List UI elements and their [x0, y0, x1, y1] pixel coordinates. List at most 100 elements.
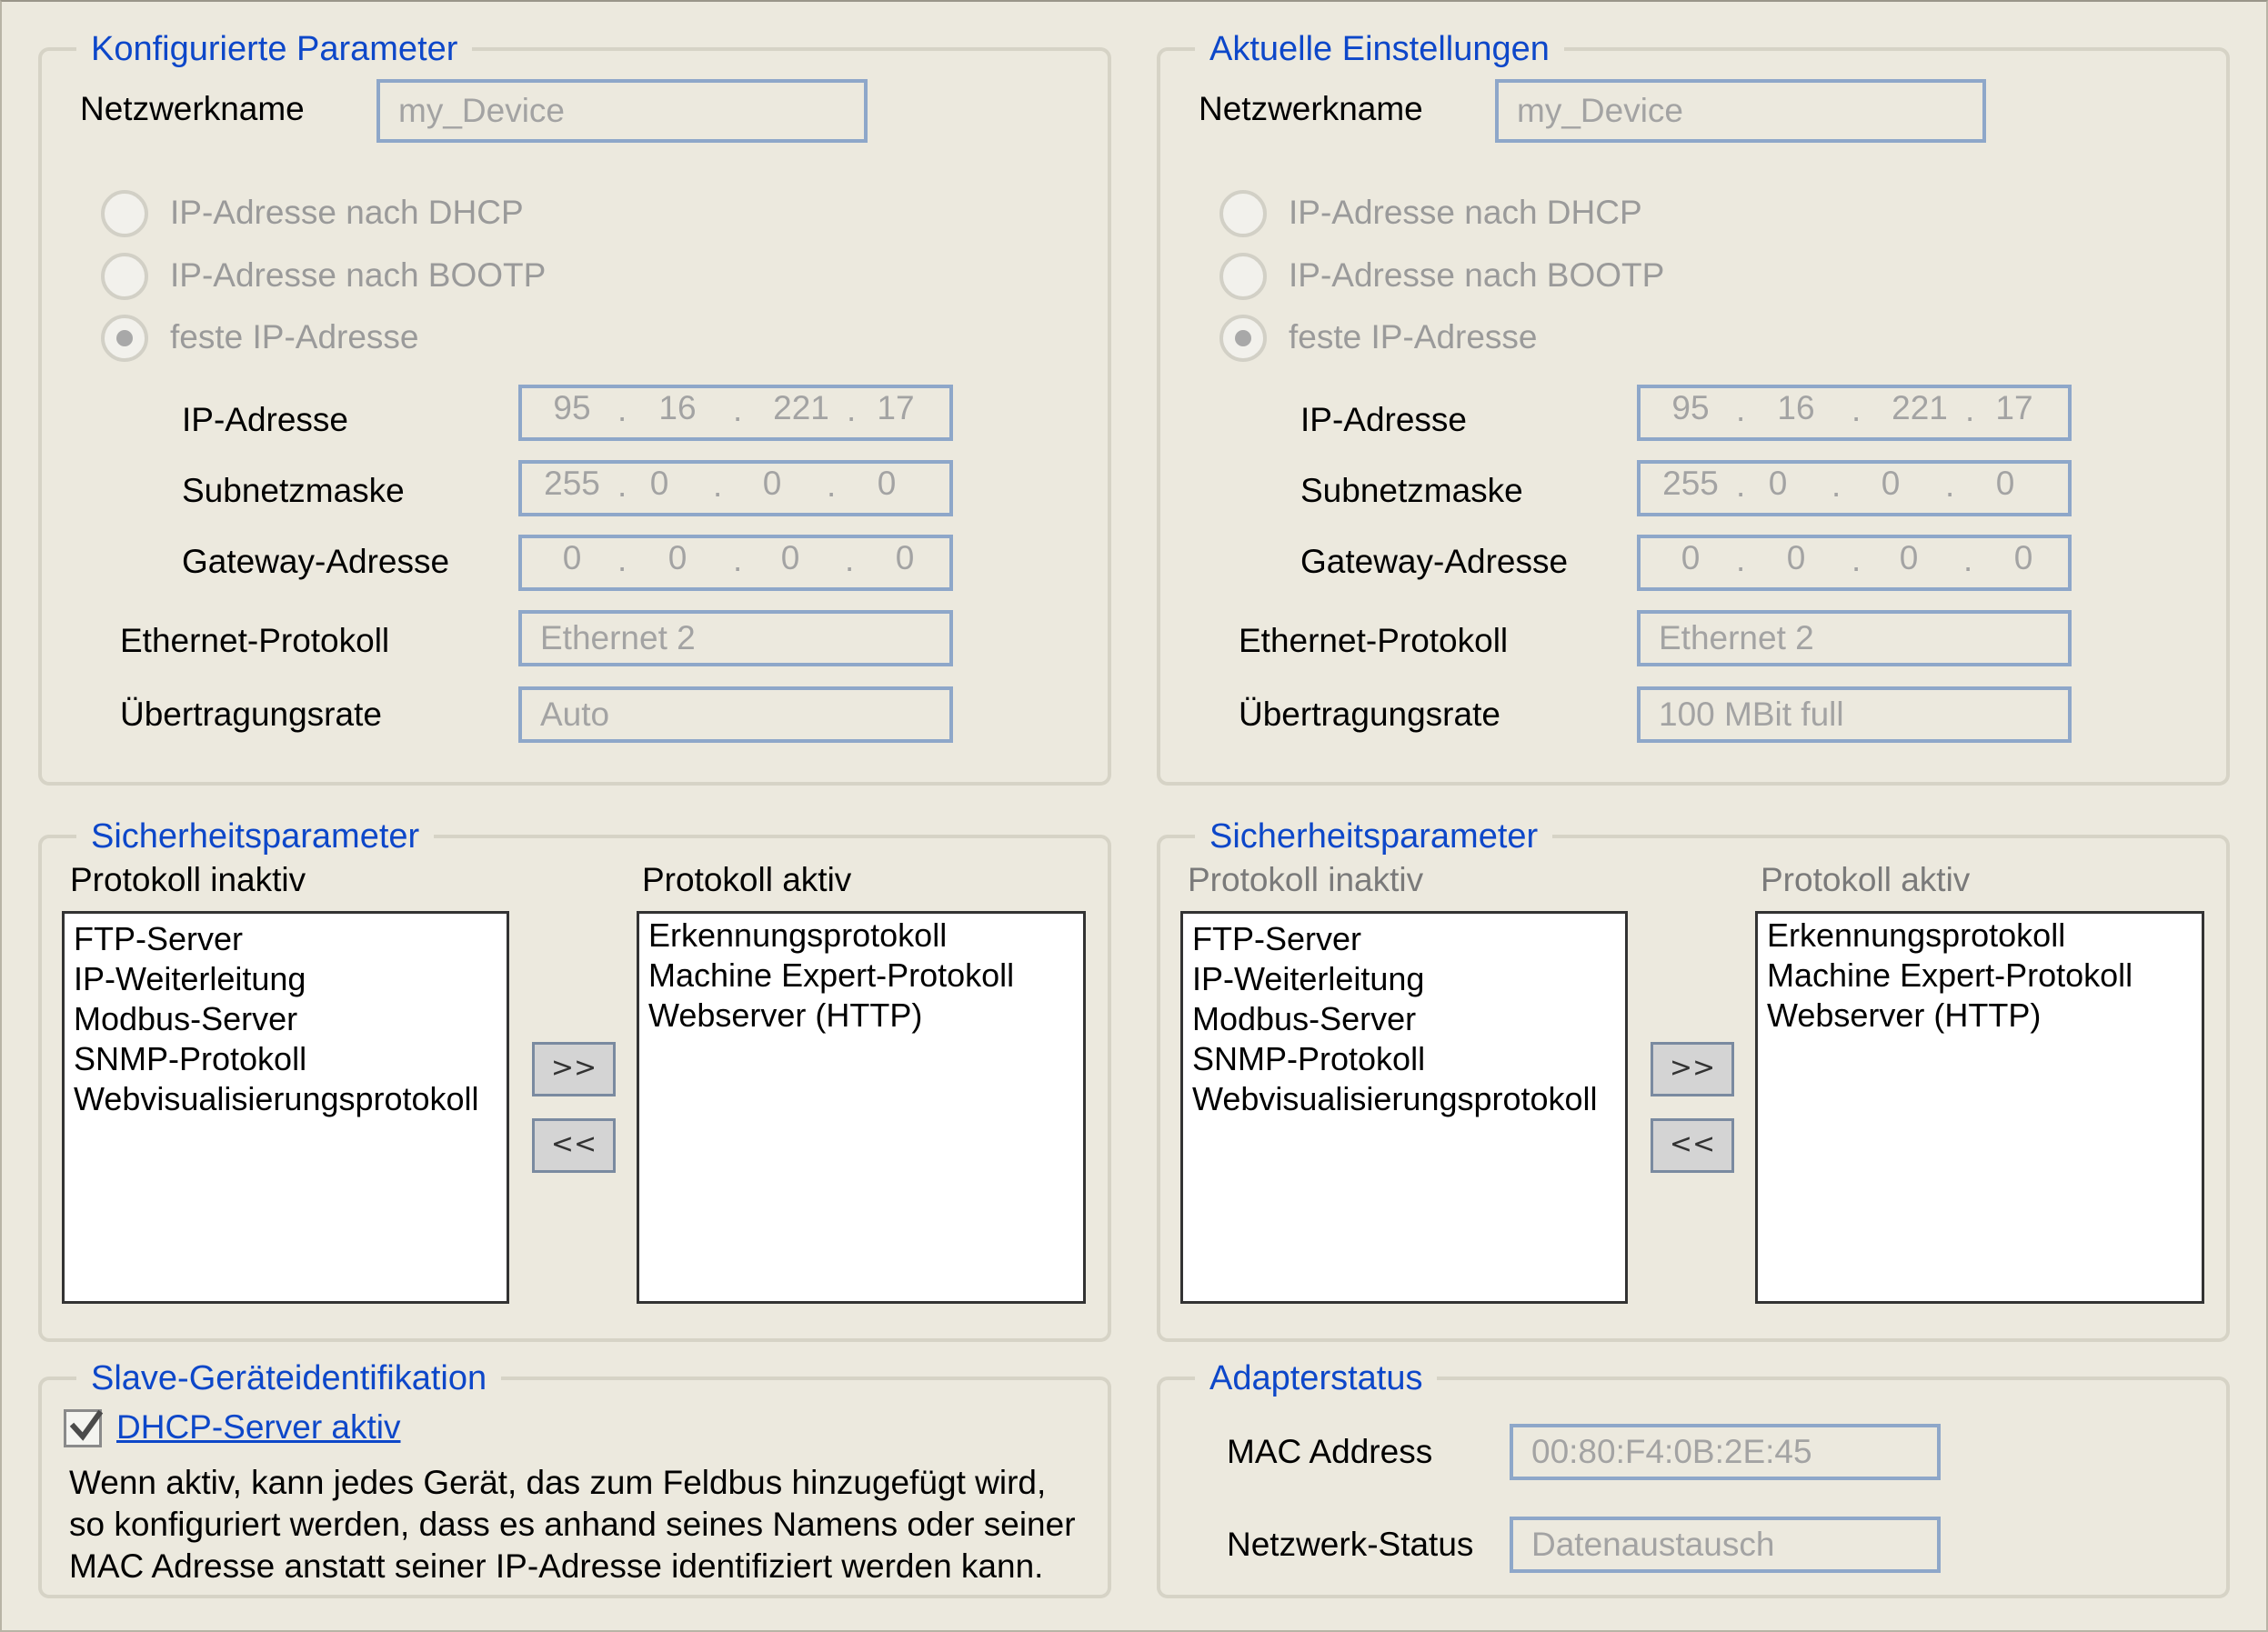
subnet-octet: 0 — [762, 465, 782, 502]
subnet-octet: 0 — [1768, 465, 1788, 502]
subnet-octet: 0 — [649, 465, 669, 502]
current-network-name-field[interactable]: my_Device — [1495, 79, 1986, 143]
gateway-octet: 0 — [562, 539, 582, 576]
current-network-name-label: Netzwerkname — [1199, 90, 1423, 127]
configured-subnet-field[interactable]: 255 . 0 . 0 . 0 — [518, 460, 953, 516]
list-item[interactable]: Webserver (HTTP) — [1767, 996, 2193, 1036]
subnet-octet: 0 — [877, 465, 897, 502]
gateway-octet: 0 — [1786, 539, 1806, 576]
subnet-octet: 0 — [1995, 465, 2015, 502]
current-radio-dhcp[interactable] — [1219, 190, 1267, 237]
protocol-active-label: Protokoll aktiv — [1761, 861, 1971, 898]
inactive-protocols-listbox[interactable]: FTP-Server IP-Weiterleitung Modbus-Serve… — [62, 911, 509, 1304]
active-protocols-listbox[interactable]: Erkennungsprotokoll Machine Expert-Proto… — [637, 911, 1086, 1304]
mac-address-label: MAC Address — [1227, 1433, 1433, 1470]
description-line: MAC Adresse anstatt seiner IP-Adresse id… — [69, 1547, 1044, 1585]
current-settings-title: Aktuelle Einstellungen — [1195, 25, 1564, 73]
list-item[interactable]: Erkennungsprotokoll — [648, 916, 1074, 956]
slave-identification-title: Slave-Geräteidentifikation — [76, 1355, 502, 1402]
list-item[interactable]: SNMP-Protokoll — [1192, 1039, 1616, 1079]
gateway-octet: 0 — [895, 539, 915, 576]
current-ip-label: IP-Adresse — [1300, 401, 1468, 438]
configured-network-name-field[interactable]: my_Device — [376, 79, 868, 143]
configured-ip-label: IP-Adresse — [182, 401, 349, 438]
subnet-octet: 0 — [1881, 465, 1901, 502]
configured-radio-bootp-label: IP-Adresse nach BOOTP — [170, 256, 547, 294]
current-radio-fixed-label: feste IP-Adresse — [1289, 318, 1538, 355]
current-radio-bootp-label: IP-Adresse nach BOOTP — [1289, 256, 1665, 294]
active-protocols-listbox[interactable]: Erkennungsprotokoll Machine Expert-Proto… — [1755, 911, 2204, 1304]
inactive-protocols-listbox[interactable]: FTP-Server IP-Weiterleitung Modbus-Serve… — [1180, 911, 1628, 1304]
configured-radio-fixed[interactable] — [101, 315, 148, 362]
current-radio-dhcp-label: IP-Adresse nach DHCP — [1289, 194, 1642, 231]
gateway-octet: 0 — [2013, 539, 2033, 576]
move-to-inactive-button[interactable]: << — [1651, 1118, 1734, 1173]
configured-radio-fixed-label: feste IP-Adresse — [170, 318, 419, 355]
list-item[interactable]: Modbus-Server — [74, 999, 497, 1039]
configured-radio-dhcp[interactable] — [101, 190, 148, 237]
current-subnet-field[interactable]: 255 . 0 . 0 . 0 — [1637, 460, 2072, 516]
ip-octet: 221 — [773, 389, 829, 426]
ip-octet: 95 — [553, 389, 591, 426]
move-to-active-button[interactable]: >> — [532, 1042, 616, 1096]
configured-network-name-label: Netzwerkname — [80, 90, 305, 127]
ip-octet: 221 — [1892, 389, 1948, 426]
gateway-octet: 0 — [667, 539, 687, 576]
configured-rate-field[interactable]: Auto — [518, 686, 953, 743]
configured-ethernet-field[interactable]: Ethernet 2 — [518, 610, 953, 666]
gateway-octet: 0 — [1899, 539, 1919, 576]
move-to-inactive-button[interactable]: << — [532, 1118, 616, 1173]
list-item[interactable]: Webvisualisierungsprotokoll — [74, 1079, 497, 1119]
list-item[interactable]: IP-Weiterleitung — [1192, 959, 1616, 999]
configured-radio-dhcp-label: IP-Adresse nach DHCP — [170, 194, 524, 231]
network-status-label: Netzwerk-Status — [1227, 1526, 1474, 1563]
list-item[interactable]: Webvisualisierungsprotokoll — [1192, 1079, 1616, 1119]
adapter-status-title: Adapterstatus — [1195, 1355, 1438, 1402]
dhcp-server-link[interactable]: DHCP-Server aktiv — [116, 1407, 401, 1448]
mac-address-field[interactable]: 00:80:F4:0B:2E:45 — [1510, 1424, 1941, 1480]
list-item[interactable]: Machine Expert-Protokoll — [1767, 956, 2193, 996]
current-gateway-field[interactable]: 0 . 0 . 0 . 0 — [1637, 535, 2072, 591]
list-item[interactable]: SNMP-Protokoll — [74, 1039, 497, 1079]
list-item[interactable]: Modbus-Server — [1192, 999, 1616, 1039]
network-status-field[interactable]: Datenaustausch — [1510, 1517, 1941, 1573]
ip-octet: 95 — [1671, 389, 1710, 426]
gateway-octet: 0 — [1681, 539, 1701, 576]
current-rate-field[interactable]: 100 MBit full — [1637, 686, 2072, 743]
list-item[interactable]: FTP-Server — [1192, 919, 1616, 959]
protocol-active-label: Protokoll aktiv — [642, 861, 852, 898]
list-item[interactable]: FTP-Server — [74, 919, 497, 959]
configured-radio-bootp[interactable] — [101, 253, 148, 300]
ip-octet: 17 — [1995, 389, 2033, 426]
subnet-octet: 255 — [1662, 465, 1719, 502]
protocol-inactive-label: Protokoll inaktiv — [70, 861, 306, 898]
configured-subnet-label: Subnetzmaske — [182, 472, 405, 509]
checkmark-icon — [69, 1409, 104, 1441]
configured-ip-field[interactable]: 95 . 16 . 221 . 17 — [518, 385, 953, 441]
security-params-left-title: Sicherheitsparameter — [76, 813, 435, 860]
current-subnet-label: Subnetzmaske — [1300, 472, 1523, 509]
current-ip-field[interactable]: 95 . 16 . 221 . 17 — [1637, 385, 2072, 441]
configured-ethernet-label: Ethernet-Protokoll — [120, 622, 390, 659]
subnet-octet: 255 — [544, 465, 600, 502]
current-radio-fixed[interactable] — [1219, 315, 1267, 362]
list-item[interactable]: IP-Weiterleitung — [74, 959, 497, 999]
current-ethernet-field[interactable]: Ethernet 2 — [1637, 610, 2072, 666]
configured-gateway-field[interactable]: 0 . 0 . 0 . 0 — [518, 535, 953, 591]
list-item[interactable]: Erkennungsprotokoll — [1767, 916, 2193, 956]
dhcp-server-checkbox[interactable] — [64, 1409, 104, 1447]
security-params-right-title: Sicherheitsparameter — [1195, 813, 1553, 860]
move-to-active-button[interactable]: >> — [1651, 1042, 1734, 1096]
configured-gateway-label: Gateway-Adresse — [182, 543, 450, 580]
list-item[interactable]: Machine Expert-Protokoll — [648, 956, 1074, 996]
gateway-octet: 0 — [780, 539, 800, 576]
description-line: so konfiguriert werden, dass es anhand s… — [69, 1506, 1076, 1543]
current-ethernet-label: Ethernet-Protokoll — [1239, 622, 1509, 659]
ip-octet: 17 — [877, 389, 915, 426]
protocol-inactive-label: Protokoll inaktiv — [1188, 861, 1424, 898]
current-gateway-label: Gateway-Adresse — [1300, 543, 1569, 580]
current-radio-bootp[interactable] — [1219, 253, 1267, 300]
configured-params-title: Konfigurierte Parameter — [76, 25, 473, 73]
list-item[interactable]: Webserver (HTTP) — [648, 996, 1074, 1036]
current-rate-label: Übertragungsrate — [1239, 696, 1500, 733]
